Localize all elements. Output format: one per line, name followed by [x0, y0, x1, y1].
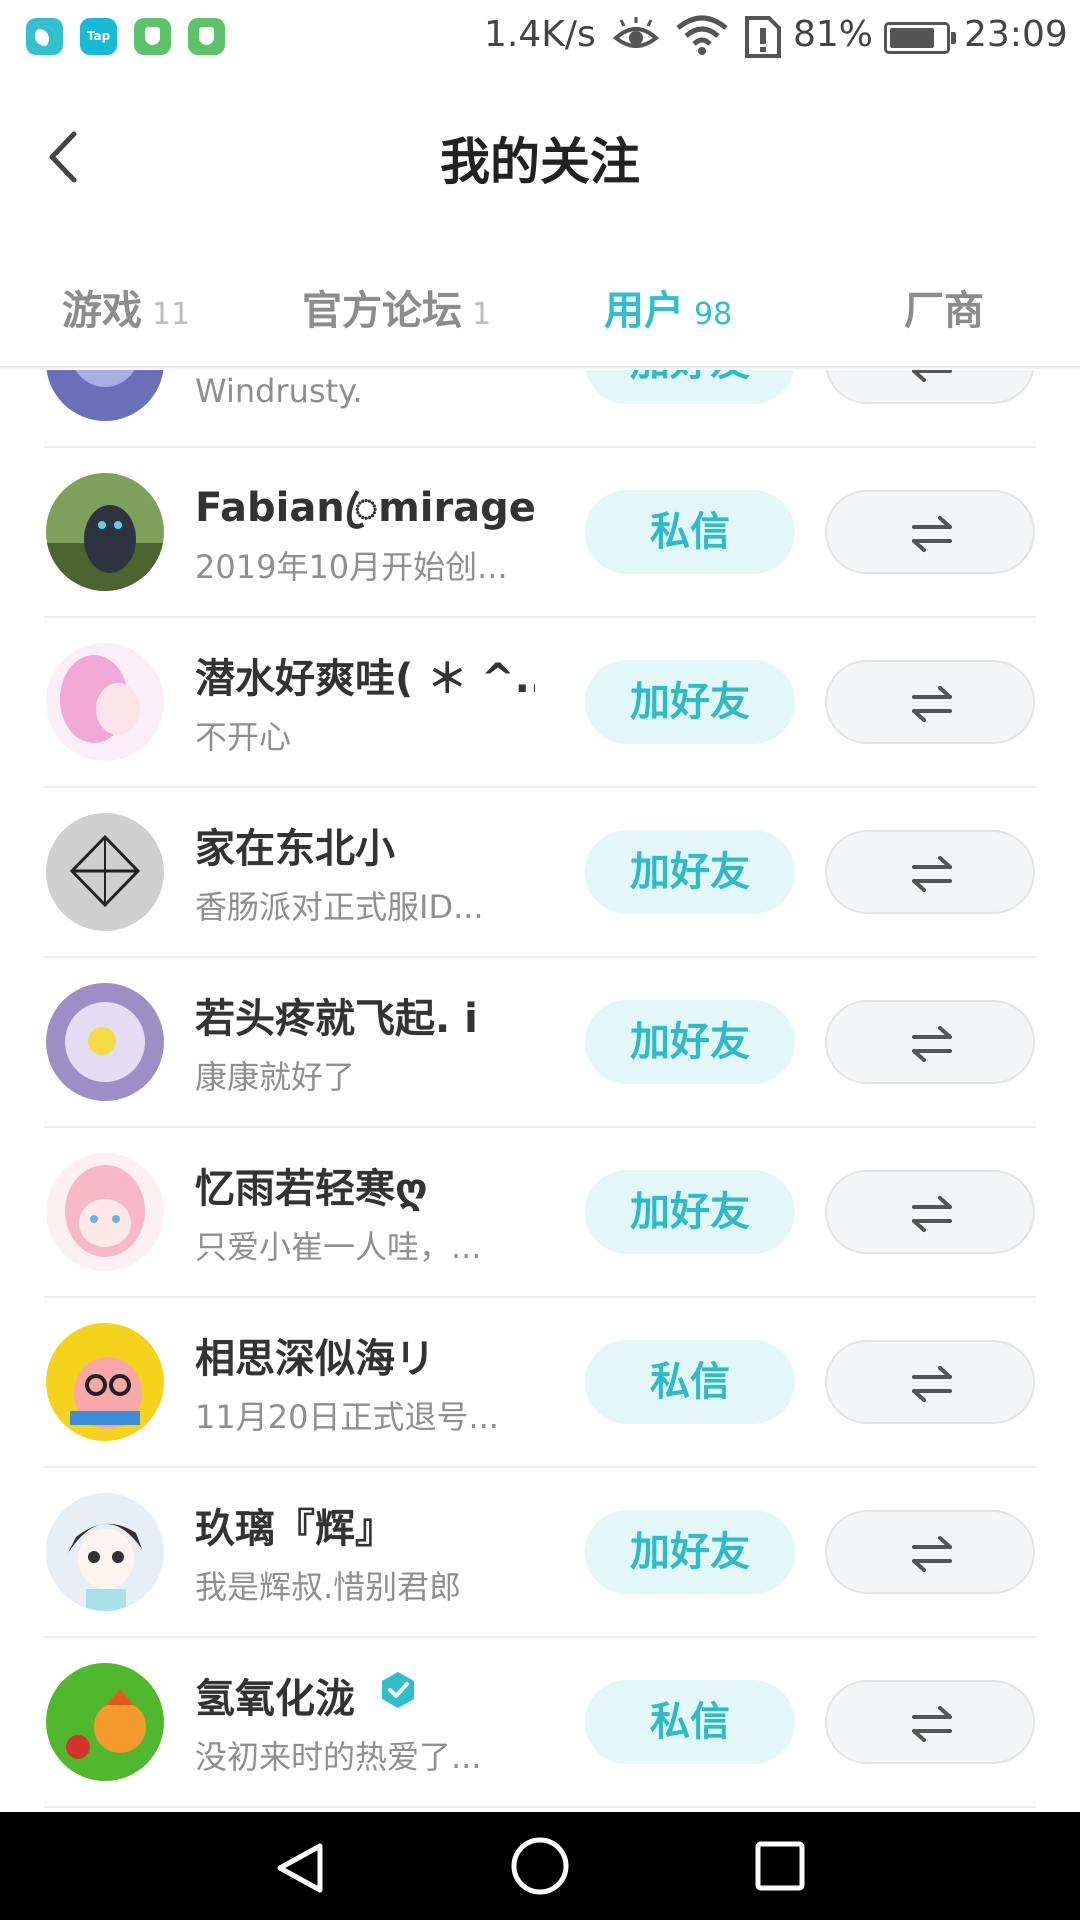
swap-arrows-icon: [912, 1536, 952, 1572]
swap-button[interactable]: [825, 1170, 1035, 1254]
user-row[interactable]: Fabianꦿmirage 2019年10月开始创... 私信: [0, 448, 1080, 618]
user-bio: 香肠派对正式服ID...: [195, 888, 484, 926]
screen: Tap 1.4K/s 81% 23:09 我的关注 游戏 11 官方论坛 1 用…: [0, 0, 1080, 1920]
user-bio: 康康就好了: [195, 1058, 356, 1096]
swap-button[interactable]: [825, 1680, 1035, 1764]
network-speed: 1.4K/s: [484, 14, 596, 55]
battery-icon: [884, 22, 956, 54]
user-name: 潜水好爽哇( ＊ ^...: [195, 656, 535, 702]
avatar[interactable]: [46, 1663, 164, 1781]
swap-arrows-icon: [912, 1026, 952, 1062]
verified-badge-icon: [378, 1670, 418, 1710]
user-row[interactable]: 若头疼就飞起. i 康康就好了 加好友: [0, 958, 1080, 1128]
moon-app-icon: [26, 18, 63, 55]
user-bio: 2019年10月开始创...: [195, 548, 508, 586]
swap-button[interactable]: [825, 1510, 1035, 1594]
add-friend-button[interactable]: 加好友: [585, 660, 795, 744]
avatar[interactable]: [46, 983, 164, 1101]
avatar[interactable]: [46, 643, 164, 761]
page-title: 我的关注: [440, 133, 640, 191]
eye-comfort-icon: [612, 17, 660, 48]
swap-arrows-icon: [912, 1196, 952, 1232]
add-friend-button[interactable]: 加好友: [585, 830, 795, 914]
user-bio: 11月20日正式退号...: [195, 1398, 499, 1436]
swap-button[interactable]: [825, 660, 1035, 744]
swap-arrows-icon: [912, 856, 952, 892]
shield-app-icon: [134, 18, 171, 55]
taptap-app-icon: Tap: [80, 18, 117, 55]
swap-button[interactable]: [825, 1340, 1035, 1424]
swap-arrows-icon: [912, 1706, 952, 1742]
avatar[interactable]: [46, 1323, 164, 1441]
user-bio: 我是辉叔.惜别君郎: [195, 1568, 462, 1606]
add-friend-button[interactable]: 加好友: [585, 1510, 795, 1594]
swap-button[interactable]: [825, 1000, 1035, 1084]
user-row[interactable]: 氢氧化泷没初来时的热爱了... 私信: [0, 1638, 1080, 1808]
user-row[interactable]: 相思深似海リ 11月20日正式退号... 私信: [0, 1298, 1080, 1468]
battery-percent: 81%: [793, 14, 874, 55]
tab-count: 98: [694, 297, 733, 332]
user-name: 相思深似海リ: [195, 1336, 435, 1382]
user-name: 家在东北小: [195, 826, 395, 872]
add-friend-button[interactable]: 加好友: [585, 1170, 795, 1254]
swap-button[interactable]: [825, 370, 1035, 404]
sim-alert-icon: [745, 16, 781, 58]
user-name: 玖璃『辉』: [195, 1506, 395, 1552]
row-divider: [44, 1806, 1036, 1808]
avatar[interactable]: [46, 1493, 164, 1611]
tab-label: 厂商: [904, 288, 984, 334]
status-bar: Tap 1.4K/s 81% 23:09: [0, 0, 1080, 75]
swap-button[interactable]: [825, 830, 1035, 914]
clock: 23:09: [964, 14, 1068, 55]
user-row[interactable]: 潜水好爽哇( ＊ ^... 不开心 加好友: [0, 618, 1080, 788]
tab-label: 游戏: [62, 288, 142, 334]
tab-label: 用户: [604, 288, 684, 334]
circle-home-icon[interactable]: [510, 1836, 570, 1896]
message-button[interactable]: 私信: [585, 1680, 795, 1764]
tab-label: 官方论坛: [302, 288, 462, 334]
avatar[interactable]: [46, 473, 164, 591]
system-nav-bar: [0, 1812, 1080, 1920]
tab-count: 11: [152, 297, 191, 332]
user-row[interactable]: 家在东北小香肠派对正式服ID... 加好友: [0, 788, 1080, 958]
message-button[interactable]: 私信: [585, 1340, 795, 1424]
avatar[interactable]: [46, 1153, 164, 1271]
tab-games[interactable]: 游戏 11: [62, 278, 190, 338]
user-name: 忆雨若轻寒ღ: [195, 1166, 428, 1212]
avatar[interactable]: [46, 370, 164, 421]
message-button[interactable]: 私信: [585, 490, 795, 574]
user-bio: 只爱小崔一人哇，...: [195, 1228, 482, 1266]
tab-bar: 游戏 11 官方论坛 1 用户 98 厂商: [0, 268, 1080, 368]
user-name: 氢氧化泷: [195, 1676, 355, 1722]
tab-official-forums[interactable]: 官方论坛 1: [302, 278, 491, 338]
avatar[interactable]: [46, 813, 164, 931]
wifi-icon: [676, 15, 728, 55]
user-bio: 没初来时的热爱了...: [195, 1738, 482, 1776]
user-name: 若头疼就飞起. i: [195, 996, 478, 1042]
tab-count: 1: [472, 297, 492, 332]
add-friend-button[interactable]: 加好友: [585, 1000, 795, 1084]
swap-button[interactable]: [825, 490, 1035, 574]
swap-arrows-icon: [912, 370, 952, 382]
user-row[interactable]: 玖璃『辉』我是辉叔.惜别君郎 加好友: [0, 1468, 1080, 1638]
square-recent-icon[interactable]: [754, 1840, 806, 1892]
tab-vendors[interactable]: 厂商: [904, 278, 984, 338]
swap-arrows-icon: [912, 686, 952, 722]
add-friend-button[interactable]: 加好友: [585, 370, 795, 404]
user-bio: 不开心: [195, 718, 292, 756]
swap-arrows-icon: [912, 516, 952, 552]
user-bio: Windrusty.: [195, 372, 363, 410]
tab-users[interactable]: 用户 98: [604, 278, 732, 338]
swap-arrows-icon: [912, 1366, 952, 1402]
user-row[interactable]: 忆雨若轻寒ღ 只爱小崔一人哇，... 加好友: [0, 1128, 1080, 1298]
user-row[interactable]: Windrusty. 加好友: [0, 370, 1080, 448]
triangle-back-icon[interactable]: [272, 1840, 328, 1896]
shield-app-icon: [188, 18, 225, 55]
followed-users-list[interactable]: Windrusty.加好友Fabianꦿmirage2019年10月开始创...…: [0, 370, 1080, 1812]
